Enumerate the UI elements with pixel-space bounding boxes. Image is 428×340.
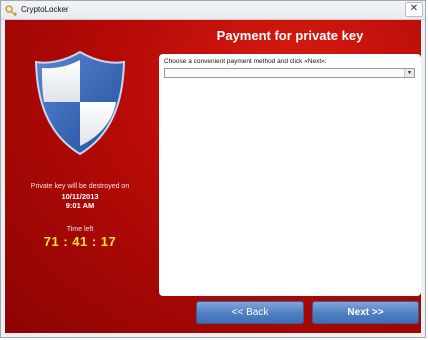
close-icon: ✕ [409, 3, 419, 14]
title-bar[interactable]: CryptoLocker ✕ [1, 1, 425, 20]
destroy-time: 9:01 AM [65, 201, 95, 210]
countdown-timer: 71 : 41 : 17 [43, 234, 117, 249]
destroy-label: Private key will be destroyed on [30, 183, 130, 190]
page-title: Payment for private key [216, 28, 364, 43]
destroy-date: 10/11/2013 [61, 192, 99, 201]
key-icon [5, 4, 17, 17]
instruction-text: Choose a convenient payment method and c… [164, 58, 327, 65]
shield-icon [33, 50, 127, 156]
window-title: CryptoLocker [21, 5, 69, 14]
close-button[interactable]: ✕ [405, 2, 423, 17]
chevron-down-icon[interactable]: ▼ [404, 69, 414, 77]
time-left-label: Time left [66, 226, 94, 233]
left-panel: Private key will be destroyed on 10/11/2… [5, 20, 155, 333]
next-button[interactable]: Next >> [312, 301, 419, 324]
payment-panel: Choose a convenient payment method and c… [159, 54, 421, 296]
payment-method-select[interactable]: ▼ [164, 68, 415, 78]
main-content: Private key will be destroyed on 10/11/2… [5, 20, 421, 333]
back-button[interactable]: << Back [196, 301, 304, 324]
app-window: CryptoLocker ✕ Private key will be destr… [0, 0, 426, 338]
